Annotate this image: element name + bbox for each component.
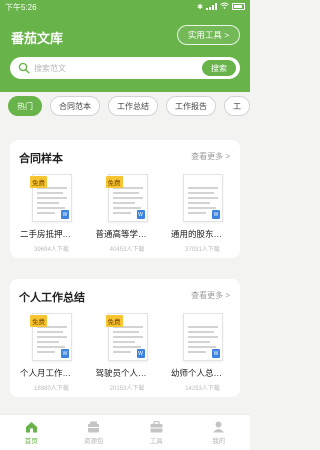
free-badge: 免费 — [105, 315, 123, 327]
bluetooth-icon: ✱ — [197, 3, 203, 11]
doc-thumbnail: 免费 W — [105, 313, 148, 361]
section-personal-work-summary: 个人工作总结 查看更多 > 免费 W 个人月工作… 18980人下载 免费 W … — [10, 279, 240, 397]
word-doc-icon: W — [61, 210, 69, 219]
tab-more-truncated[interactable]: 工 — [224, 96, 250, 116]
doc-thumbnail: 免费 W — [30, 313, 72, 361]
search-button[interactable]: 搜索 — [202, 60, 236, 76]
nav-profile[interactable]: 我的 — [188, 415, 251, 450]
download-count: 14293人下载 — [185, 386, 220, 392]
nav-label: 我的 — [212, 437, 226, 445]
free-badge: 免费 — [105, 176, 123, 188]
tab-hot[interactable]: 热门 — [8, 96, 42, 116]
word-doc-icon: W — [136, 349, 145, 358]
section-title: 个人工作总结 — [19, 292, 85, 304]
download-count: 40453人下载 — [109, 247, 145, 253]
tab-work-report[interactable]: 工作报告 — [166, 96, 216, 116]
doc-card[interactable]: 免费 W 普通高等学… 40453人下载 — [96, 174, 159, 253]
home-icon — [25, 421, 37, 432]
doc-list: 免费 W 个人月工作… 18980人下载 免费 W 驾驶员个人… 20153人下… — [20, 313, 234, 392]
package-icon — [88, 421, 100, 432]
tools-button[interactable]: 实用工具 > — [177, 25, 240, 45]
word-doc-icon: W — [136, 210, 145, 219]
profile-icon — [213, 421, 225, 432]
search-input[interactable]: 搜索范文 — [34, 63, 202, 74]
doc-thumbnail: W — [183, 174, 223, 222]
word-doc-icon: W — [212, 210, 220, 219]
download-count: 18980人下载 — [34, 386, 69, 392]
free-badge: 免费 — [30, 315, 47, 327]
wifi-icon — [220, 2, 229, 11]
nav-label: 资源包 — [84, 437, 104, 445]
toolbox-icon — [150, 420, 163, 432]
app-title: 番茄文库 — [11, 31, 64, 46]
doc-title: 普通高等学… — [95, 229, 147, 239]
doc-card[interactable]: W 通用的股东… 37031人下载 — [171, 174, 234, 253]
view-more-link[interactable]: 查看更多 > — [191, 290, 230, 301]
doc-title: 二手房抵押… — [20, 229, 72, 239]
nav-resource-pack[interactable]: 资源包 — [63, 415, 126, 450]
doc-thumbnail: W — [183, 313, 223, 361]
nav-label: 工具 — [149, 437, 163, 445]
doc-card[interactable]: 免费 W 驾驶员个人… 20153人下载 — [96, 313, 159, 392]
download-count: 39694人下载 — [34, 247, 69, 253]
section-contract-samples: 合同样本 查看更多 > 免费 W 二手房抵押… 39694人下载 免费 W 普通… — [10, 140, 240, 258]
battery-icon — [232, 3, 245, 10]
doc-card[interactable]: 免费 W 个人月工作… 18980人下载 — [20, 313, 83, 392]
word-doc-icon: W — [61, 349, 69, 358]
doc-title: 幼师个人总… — [171, 368, 223, 378]
download-count: 20153人下载 — [109, 386, 145, 392]
status-time: 下午5:26 — [5, 3, 37, 12]
nav-home[interactable]: 首页 — [0, 415, 63, 450]
nav-label: 首页 — [24, 437, 38, 445]
view-more-link[interactable]: 查看更多 > — [191, 151, 230, 162]
doc-card[interactable]: 免费 W 二手房抵押… 39694人下载 — [20, 174, 83, 253]
status-bar: 下午5:26 ✱ — [0, 0, 250, 14]
tab-contract-templates[interactable]: 合同范本 — [50, 96, 100, 116]
status-icons: ✱ — [197, 2, 245, 11]
search-bar[interactable]: 搜索范文 搜索 — [10, 57, 240, 79]
bottom-nav: 首页 资源包 工具 我的 — [0, 414, 250, 450]
doc-thumbnail: 免费 W — [105, 174, 148, 222]
doc-thumbnail: 免费 W — [30, 174, 72, 222]
free-badge: 免费 — [30, 176, 47, 188]
signal-icon — [206, 3, 217, 10]
word-doc-icon: W — [212, 349, 220, 358]
nav-tools[interactable]: 工具 — [125, 415, 188, 450]
doc-title: 个人月工作… — [20, 368, 72, 378]
section-title: 合同样本 — [19, 153, 63, 165]
doc-title: 通用的股东… — [171, 229, 223, 239]
doc-card[interactable]: W 幼师个人总… 14293人下载 — [171, 313, 234, 392]
search-icon — [18, 62, 30, 74]
download-count: 37031人下载 — [185, 247, 220, 253]
tab-work-summary[interactable]: 工作总结 — [108, 96, 158, 116]
doc-title: 驾驶员个人… — [95, 368, 147, 378]
category-tabs: 热门 合同范本 工作总结 工作报告 工 — [8, 96, 250, 116]
app-header: 下午5:26 ✱ 番茄文库 实用工具 > 搜索范文 搜索 — [0, 0, 250, 92]
doc-list: 免费 W 二手房抵押… 39694人下载 免费 W 普通高等学… 40453人下… — [20, 174, 234, 253]
